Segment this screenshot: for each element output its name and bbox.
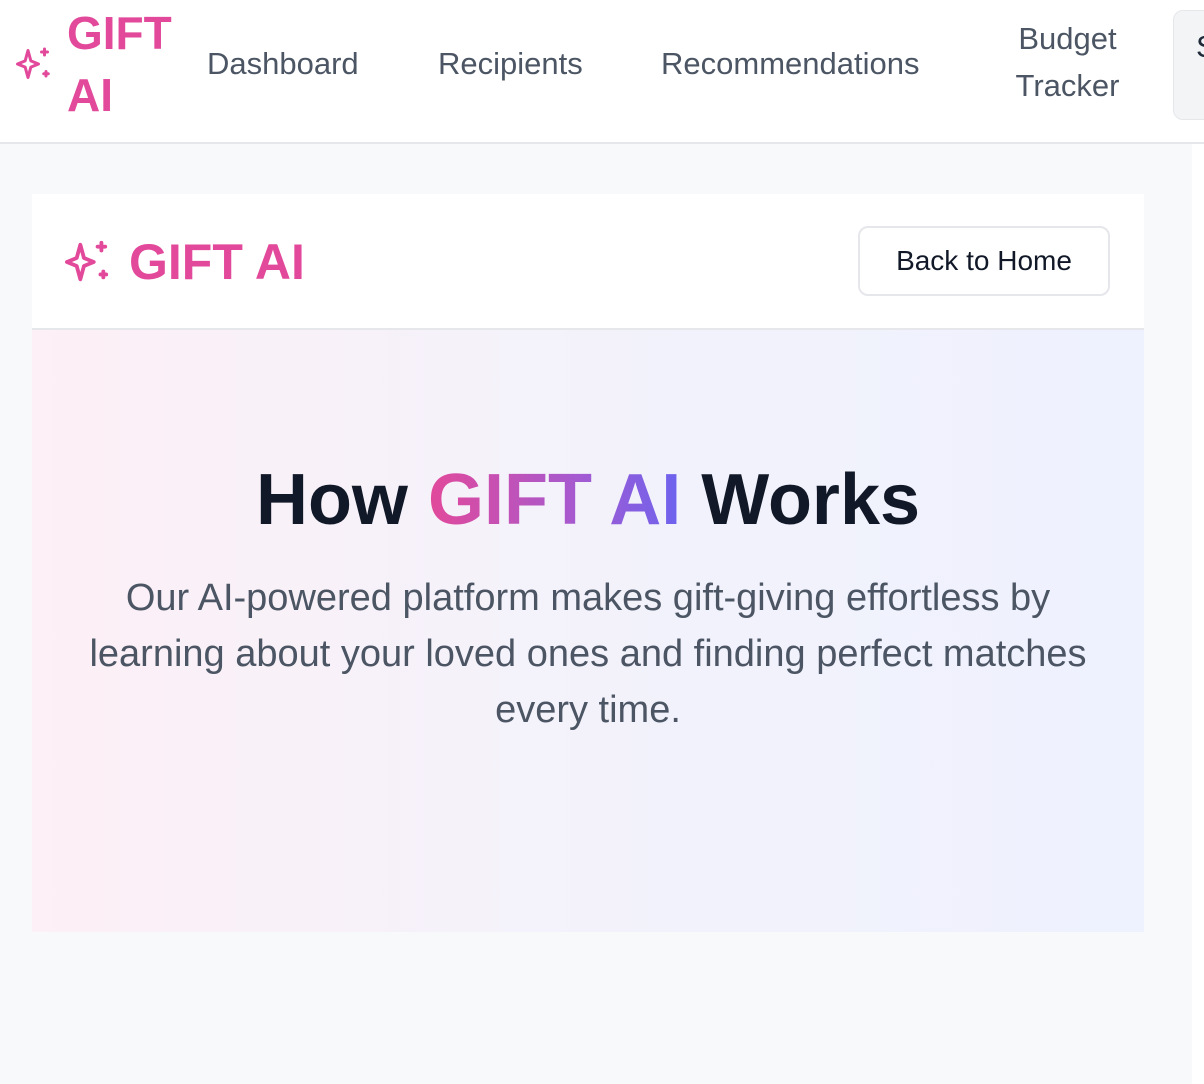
hero-title-highlight: GIFT AI [427, 460, 682, 540]
back-to-home-button[interactable]: Back to Home [858, 226, 1110, 296]
nav-link-recipients[interactable]: Recipients [438, 42, 583, 86]
hero-section: How GIFT AI Works Our AI-powered platfor… [32, 330, 1144, 932]
hero-title-suffix: Works [701, 460, 921, 540]
hero-title: How GIFT AI Works [32, 458, 1144, 542]
sparkles-icon[interactable] [16, 46, 52, 82]
hero-description: Our AI-powered platform makes gift-givin… [89, 577, 1087, 731]
nav-link-recommendations[interactable]: Recommendations [661, 42, 919, 86]
header-brand-logo[interactable]: GIFT AI [129, 232, 305, 292]
page-header: GIFT AI Back to Home [32, 194, 1144, 330]
right-edge-gap [1192, 144, 1204, 1084]
hero-title-prefix: How [255, 460, 408, 540]
nav-button-cutoff[interactable]: S [1173, 10, 1204, 120]
nav-link-dashboard[interactable]: Dashboard [207, 42, 359, 86]
nav-link-budget-tracker[interactable]: Budget Tracker [1000, 15, 1135, 109]
top-navbar: GIFT AI Dashboard Recipients Recommendat… [0, 0, 1204, 144]
nav-brand-logo[interactable]: GIFT AI [67, 2, 187, 126]
sparkles-icon [65, 240, 109, 282]
